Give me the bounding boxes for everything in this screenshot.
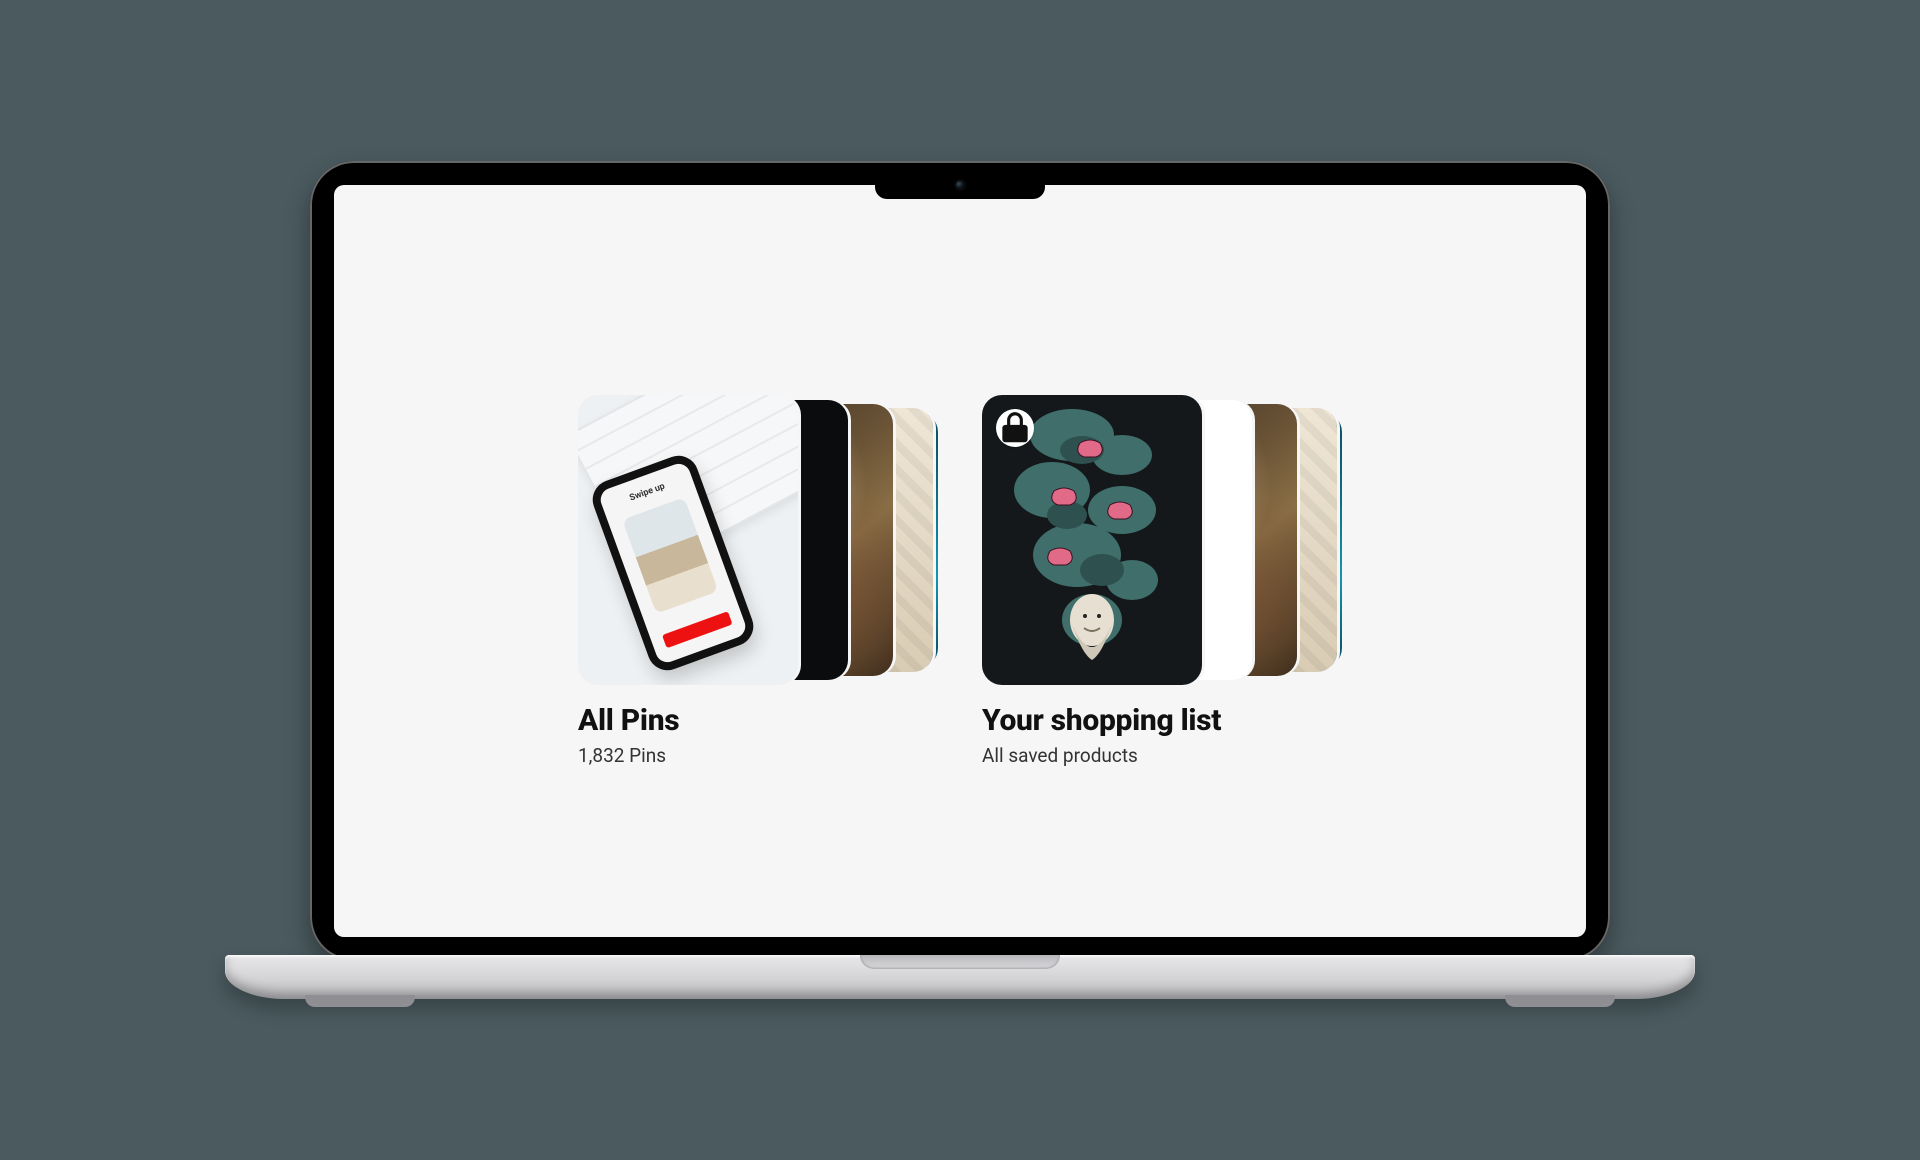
thumb-controllers-smoke xyxy=(982,395,1202,685)
display-notch xyxy=(875,171,1045,199)
screen-bezel: All Pins 1,832 Pins xyxy=(320,171,1600,951)
laptop-lid: All Pins 1,832 Pins xyxy=(310,161,1610,961)
laptop-foot xyxy=(1505,995,1615,1007)
laptop-frame: All Pins 1,832 Pins xyxy=(310,161,1610,999)
board-title: Your shopping list xyxy=(982,703,1342,738)
lock-badge xyxy=(996,409,1034,447)
board-subtitle: All saved products xyxy=(982,744,1342,767)
boards-row: All Pins 1,832 Pins xyxy=(578,395,1342,937)
board-shopping-list[interactable]: Your shopping list All saved products xyxy=(982,395,1342,937)
boards-page: All Pins 1,832 Pins xyxy=(334,185,1586,937)
board-all-pins[interactable]: All Pins 1,832 Pins xyxy=(578,395,938,937)
board-subtitle: 1,832 Pins xyxy=(578,744,938,767)
board-thumbnail-stack xyxy=(982,395,1342,685)
laptop-foot xyxy=(305,995,415,1007)
laptop-base xyxy=(225,955,1695,999)
screen: All Pins 1,832 Pins xyxy=(334,185,1586,937)
board-title: All Pins xyxy=(578,703,938,738)
thumb-phone-on-desk xyxy=(578,395,798,685)
camera-dot xyxy=(956,181,964,189)
board-thumbnail-stack xyxy=(578,395,938,685)
